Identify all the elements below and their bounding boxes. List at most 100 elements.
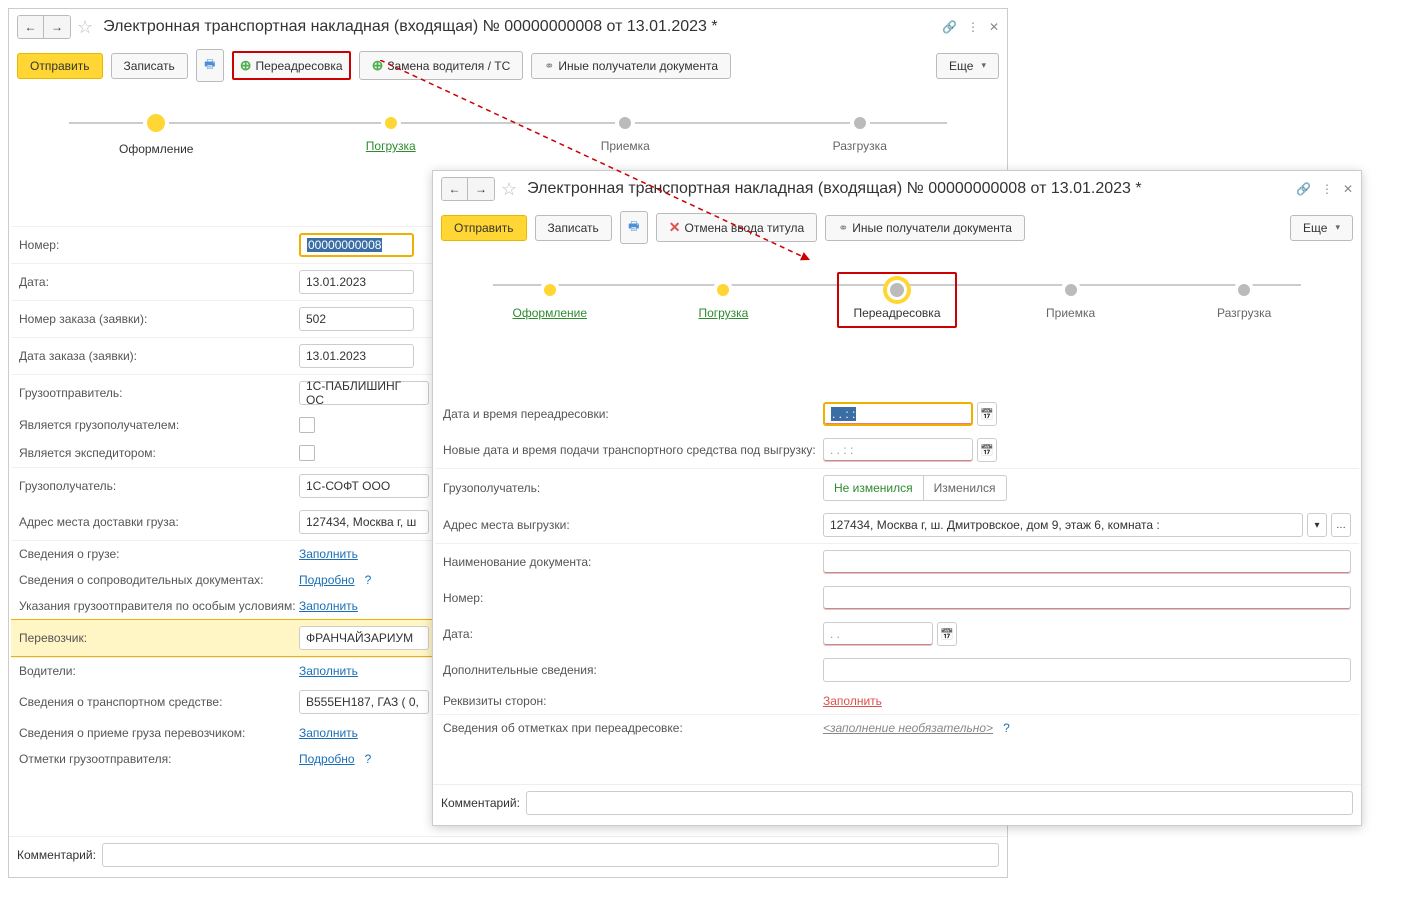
stage-dot-4 [850, 113, 870, 133]
is-consignee-label: Является грузополучателем: [19, 418, 299, 432]
marks-link[interactable]: <заполнение необязательно> [823, 721, 993, 735]
plus-icon: ⊕ [372, 57, 384, 74]
date2-label: Дата: [443, 627, 823, 641]
comment-row-2: Комментарий: [433, 784, 1361, 821]
nav-back[interactable]: ← [18, 16, 44, 38]
vehicle-input[interactable]: В555ЕН187, ГАЗ ( 0, [299, 690, 429, 714]
more-button-2[interactable]: Еще [1290, 215, 1353, 241]
comment-input[interactable] [102, 843, 999, 867]
nav-back-2[interactable]: ← [442, 178, 468, 200]
print-button-2[interactable]: 🖶 [620, 211, 648, 244]
instr-link[interactable]: Заполнить [299, 599, 358, 613]
date2-input[interactable]: . . [823, 622, 933, 646]
new-dt-input[interactable]: . . : : [823, 438, 973, 462]
titlebar-2: ← → ☆ Электронная транспортная накладная… [433, 171, 1361, 207]
help-icon[interactable]: ? [1003, 721, 1010, 735]
consignee-toggle: Не изменилсяИзменился [823, 475, 1007, 501]
print-button[interactable]: 🖶 [196, 49, 224, 82]
number-input[interactable]: 00000000008 [299, 233, 414, 257]
docs-label: Сведения о сопроводительных документах: [19, 573, 299, 587]
print-icon: 🖶 [204, 55, 215, 76]
calendar-icon[interactable] [977, 402, 997, 426]
notes-link[interactable]: Подробно [299, 752, 355, 766]
extra-label: Дополнительные сведения: [443, 663, 823, 677]
stage2-dot-4 [1061, 280, 1081, 300]
favorite-icon-2[interactable]: ☆ [501, 179, 517, 200]
toggle-changed[interactable]: Изменился [923, 476, 1006, 500]
nav-forward-2[interactable]: → [468, 178, 494, 200]
vehicle-label: Сведения о транспортном средстве: [19, 695, 299, 709]
toggle-same[interactable]: Не изменился [824, 476, 923, 500]
send-button[interactable]: Отправить [17, 53, 103, 79]
accept-link[interactable]: Заполнить [299, 726, 358, 740]
shipper-input[interactable]: 1С-ПАБЛИШИНГ ОС [299, 381, 429, 405]
redirect-label: Переадресовка [256, 59, 343, 73]
form-redirect: Дата и время переадресовки: . . : : Новы… [433, 390, 1361, 747]
carrier-label: Перевозчик: [19, 631, 299, 645]
cancel-title-button[interactable]: ✕Отмена ввода титула [656, 213, 817, 242]
save-button[interactable]: Записать [111, 53, 188, 79]
change-driver-label: Замена водителя / ТС [387, 59, 510, 73]
stage2-dot-5 [1234, 280, 1254, 300]
ellipsis-button[interactable]: … [1331, 513, 1351, 537]
docs-link[interactable]: Подробно [299, 573, 355, 587]
close-icon[interactable]: ✕ [989, 20, 999, 34]
recipients-button[interactable]: ⚭Иные получатели документа [531, 53, 731, 79]
favorite-icon[interactable]: ☆ [77, 17, 93, 38]
toolbar-2: Отправить Записать 🖶 ✕Отмена ввода титул… [433, 207, 1361, 254]
redir-dt-input[interactable]: . . : : [823, 402, 973, 426]
save-button-2[interactable]: Записать [535, 215, 612, 241]
is-consignee-checkbox[interactable] [299, 417, 315, 433]
recipients-label: Иные получатели документа [558, 59, 718, 73]
parties-label: Реквизиты сторон: [443, 694, 823, 708]
nav-forward[interactable]: → [44, 16, 70, 38]
consignee-input[interactable]: 1С-СОФТ ООО [299, 474, 429, 498]
stage2-label-1[interactable]: Оформление [513, 306, 587, 320]
carrier-input[interactable]: ФРАНЧАЙЗАРИУМ [299, 626, 429, 650]
docname-input[interactable] [823, 550, 1351, 574]
date-input[interactable]: 13.01.2023 [299, 270, 414, 294]
more-icon[interactable]: ⋮ [967, 20, 979, 34]
calendar-icon[interactable] [937, 622, 957, 646]
drivers-link[interactable]: Заполнить [299, 664, 358, 678]
order-date-label: Дата заказа (заявки): [19, 349, 299, 363]
parties-link[interactable]: Заполнить [823, 694, 882, 708]
comment-row: Комментарий: [9, 836, 1007, 873]
help-icon[interactable]: ? [365, 752, 372, 766]
notes-label: Отметки грузоотправителя: [19, 752, 299, 766]
stage2-label-4: Приемка [1046, 306, 1095, 320]
link-icon[interactable]: 🔗 [942, 20, 957, 34]
close-icon-2[interactable]: ✕ [1343, 182, 1353, 196]
send-button-2[interactable]: Отправить [441, 215, 527, 241]
stages-2: Оформление Погрузка Переадресовка Приемк… [433, 254, 1361, 350]
recipients-button-2[interactable]: ⚭Иные получатели документа [825, 215, 1025, 241]
recipients-label-2: Иные получатели документа [852, 221, 1012, 235]
extra-input[interactable] [823, 658, 1351, 682]
cargo-link[interactable]: Заполнить [299, 547, 358, 561]
more-icon-2[interactable]: ⋮ [1321, 182, 1333, 196]
addr-input[interactable]: 127434, Москва г, ш [299, 510, 429, 534]
titlebar: ← → ☆ Электронная транспортная накладная… [9, 9, 1007, 45]
calendar-icon[interactable] [977, 438, 997, 462]
unload-addr-input[interactable]: 127434, Москва г, ш. Дмитровское, дом 9,… [823, 513, 1303, 537]
consignee2-label: Грузополучатель: [443, 481, 823, 495]
dropdown-button[interactable]: ▾ [1307, 513, 1327, 537]
more-button[interactable]: Еще [936, 53, 999, 79]
comment-input-2[interactable] [526, 791, 1353, 815]
stage2-label-5: Разгрузка [1217, 306, 1271, 320]
stage2-label-2[interactable]: Погрузка [698, 306, 748, 320]
order-num-input[interactable]: 502 [299, 307, 414, 331]
num2-input[interactable] [823, 586, 1351, 610]
stages: Оформление Погрузка Приемка Разгрузка [9, 92, 1007, 178]
stage2-label-3: Переадресовка [853, 306, 940, 320]
comment-label: Комментарий: [17, 848, 96, 862]
marks-label: Сведения об отметках при переадресовке: [443, 721, 823, 735]
stage-label-2[interactable]: Погрузка [366, 139, 416, 153]
help-icon[interactable]: ? [365, 573, 372, 587]
order-date-input[interactable]: 13.01.2023 [299, 344, 414, 368]
number-label: Номер: [19, 238, 299, 252]
change-driver-button[interactable]: ⊕Замена водителя / ТС [359, 51, 524, 80]
link-icon-2[interactable]: 🔗 [1296, 182, 1311, 196]
redirect-button[interactable]: ⊕Переадресовка [232, 51, 351, 80]
is-forwarder-checkbox[interactable] [299, 445, 315, 461]
